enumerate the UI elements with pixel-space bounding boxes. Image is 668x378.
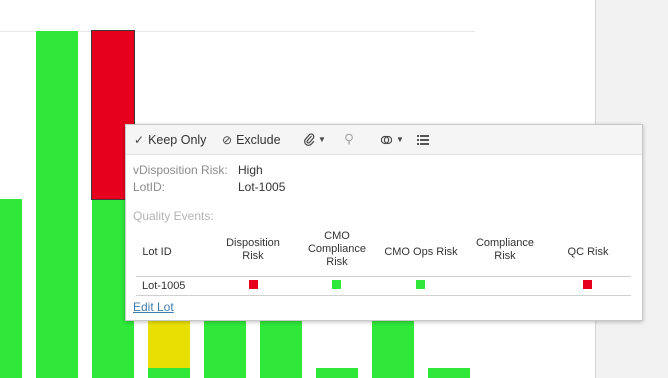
overlap-circles-icon	[380, 135, 393, 144]
bar[interactable]	[260, 321, 302, 378]
tooltip-toolbar: ✓ Keep Only ⊘ Exclude ▼ ▼	[126, 125, 642, 155]
table-grid-icon	[417, 134, 429, 145]
view-data-button[interactable]	[417, 125, 429, 154]
column-header-disposition-risk: Disposition Risk	[226, 237, 280, 262]
bar[interactable]	[36, 31, 78, 378]
cmo-compliance-risk-marker	[332, 280, 341, 289]
group-members-button[interactable]: ▼	[304, 125, 326, 154]
lot-id-value: Lot-1005	[238, 180, 286, 194]
column-header-compliance-risk: Compliance Risk	[475, 237, 535, 262]
bar[interactable]	[0, 199, 22, 378]
qc-risk-marker	[583, 280, 592, 289]
paperclip-icon	[304, 133, 315, 146]
column-header-cmo-compliance-risk: CMO Compliance Risk	[307, 230, 367, 268]
column-header-cmo-ops-risk: CMO Ops Risk	[384, 246, 458, 258]
chevron-down-icon: ▼	[396, 135, 404, 144]
chevron-down-icon: ▼	[318, 135, 326, 144]
quality-events-label: Quality Events:	[133, 209, 214, 223]
bar[interactable]	[148, 368, 190, 378]
table-divider	[136, 276, 631, 277]
exclude-label: Exclude	[236, 132, 281, 147]
bar[interactable]	[316, 368, 358, 378]
create-set-button[interactable]	[344, 125, 354, 154]
keep-only-label: Keep Only	[148, 132, 207, 147]
disposition-risk-value: High	[238, 163, 263, 177]
lot-id-label: LotID:	[133, 180, 166, 194]
exclude-button[interactable]: ⊘ Exclude	[222, 125, 281, 154]
disposition-risk-marker	[249, 280, 258, 289]
bar[interactable]	[428, 368, 470, 378]
column-header-qc-risk: QC Risk	[567, 246, 609, 258]
table-cell-lot-id: Lot-1005	[142, 280, 186, 292]
lightbulb-icon	[345, 133, 353, 145]
keep-only-button[interactable]: ✓ Keep Only	[134, 125, 206, 154]
tooltip: ✓ Keep Only ⊘ Exclude ▼ ▼ vDisposition R…	[125, 124, 643, 321]
bar[interactable]	[148, 321, 190, 368]
check-icon: ✓	[134, 132, 145, 147]
cmo-ops-risk-marker	[416, 280, 425, 289]
table-divider	[136, 295, 631, 296]
exclude-icon: ⊘	[222, 132, 233, 147]
column-header-lot-id: Lot ID	[142, 246, 172, 258]
edit-lot-link[interactable]: Edit Lot	[133, 300, 174, 314]
marks-button[interactable]: ▼	[380, 125, 404, 154]
bar[interactable]	[372, 321, 414, 378]
bar[interactable]	[204, 321, 246, 378]
disposition-risk-label: vDisposition Risk:	[133, 163, 228, 177]
